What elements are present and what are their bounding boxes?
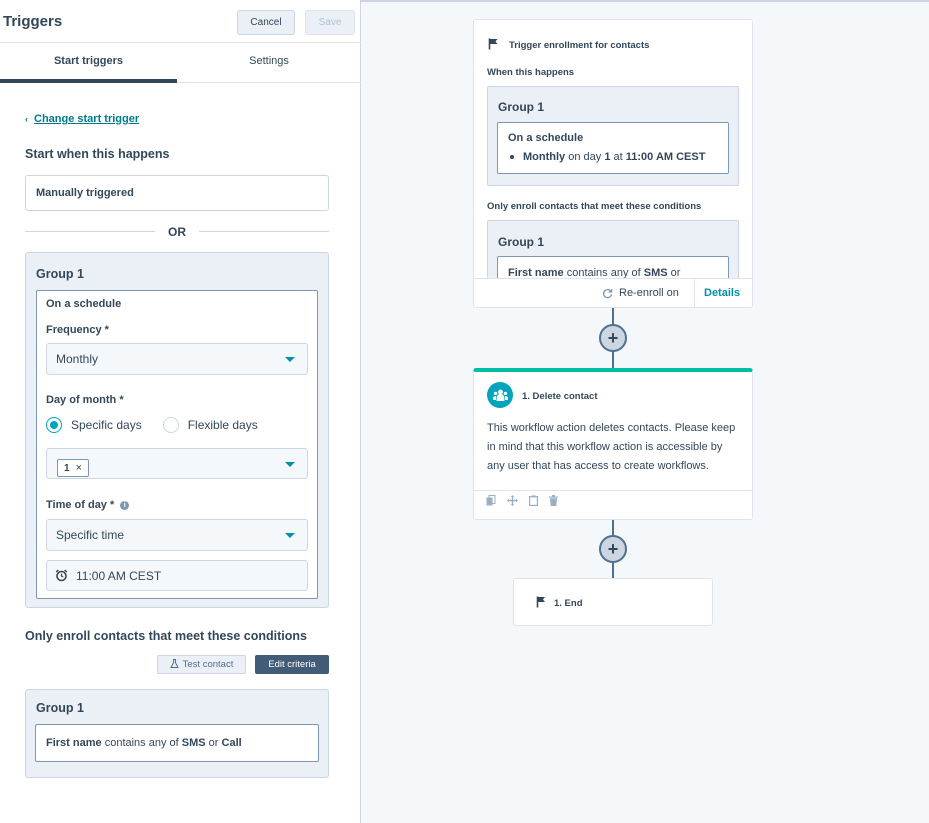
active-tab-indicator xyxy=(0,79,177,83)
trigger-group: Group 1 On a schedule Monthly on day 1 a… xyxy=(487,86,739,186)
caret-down-icon xyxy=(285,533,295,538)
refresh-icon xyxy=(602,288,613,299)
conditions-heading: Only enroll contacts that meet these con… xyxy=(25,629,307,643)
plus-icon: + xyxy=(607,327,619,348)
time-mode-select[interactable]: Specific time xyxy=(46,519,308,551)
when-label: When this happens xyxy=(487,67,575,78)
move-icon[interactable] xyxy=(507,495,518,509)
radio-flexible-days-label[interactable]: Flexible days xyxy=(188,418,258,432)
change-start-trigger-label: Change start trigger xyxy=(34,113,140,125)
contacts-icon xyxy=(487,382,513,408)
condition-joiner: or xyxy=(208,737,219,749)
footer-divider xyxy=(694,279,695,307)
cancel-button[interactable]: Cancel xyxy=(237,10,295,35)
conditions-summary-title: Group 1 xyxy=(498,235,545,249)
time-of-day-label: Time of day * i xyxy=(46,499,130,511)
add-action-button[interactable]: + xyxy=(599,324,627,352)
end-card[interactable]: 1. End xyxy=(513,578,713,626)
delete-contact-action-card[interactable]: 1. Delete contact This workflow action d… xyxy=(473,368,753,520)
copy-icon[interactable] xyxy=(486,495,496,509)
trigger-card[interactable]: Trigger enrollment for contacts When thi… xyxy=(473,19,753,308)
caret-down-icon xyxy=(285,357,295,362)
reenroll-status: Re-enroll on xyxy=(602,287,679,299)
flag-icon xyxy=(488,38,499,53)
conditions-group: Group 1 First name contains any of SMS o… xyxy=(25,689,329,778)
save-button[interactable]: Save xyxy=(305,10,355,35)
condition-field: First name xyxy=(46,737,102,749)
test-contact-label: Test contact xyxy=(182,659,234,670)
day-chip-value: 1 xyxy=(64,462,70,474)
close-icon[interactable]: × xyxy=(76,462,82,474)
time-input[interactable]: 11:00 AM CEST xyxy=(46,560,308,591)
flag-icon xyxy=(536,596,546,611)
day-multiselect[interactable]: 1 × xyxy=(46,448,308,479)
time-mode-value: Specific time xyxy=(56,528,125,542)
schedule-summary: On a schedule Monthly on day 1 at 11:00 … xyxy=(497,122,729,174)
day-mode-radios: Specific days Flexible days xyxy=(46,417,258,433)
action-title: 1. Delete contact xyxy=(522,391,598,402)
radio-specific-days-label[interactable]: Specific days xyxy=(71,418,142,432)
start-heading: Start when this happens xyxy=(25,147,170,161)
add-action-button[interactable]: + xyxy=(599,535,627,563)
condition-value-2: Call xyxy=(221,737,242,749)
summary-on-day: on day xyxy=(568,151,602,163)
or-label: OR xyxy=(168,225,186,239)
radio-flexible-days[interactable] xyxy=(162,417,179,433)
action-toolbar xyxy=(474,490,752,519)
radio-specific-days[interactable] xyxy=(46,417,62,433)
frequency-label: Frequency * xyxy=(46,324,109,336)
manual-trigger-option[interactable]: Manually triggered xyxy=(25,175,329,211)
trigger-card-footer: Re-enroll on Details xyxy=(474,278,752,307)
action-description: This workflow action deletes contacts. P… xyxy=(487,422,736,472)
clipboard-icon[interactable] xyxy=(529,495,539,509)
time-value: 11:00 AM CEST xyxy=(76,568,162,583)
summary-frequency: Monthly xyxy=(523,151,566,163)
frequency-select[interactable]: Monthly xyxy=(46,343,308,375)
schedule-summary-title: On a schedule xyxy=(508,132,584,144)
edit-criteria-button[interactable]: Edit criteria xyxy=(255,655,329,674)
test-contact-button[interactable]: Test contact xyxy=(157,655,246,674)
trash-icon[interactable] xyxy=(549,495,558,509)
or-divider-right xyxy=(199,231,329,232)
day-chip: 1 × xyxy=(57,459,89,477)
info-icon[interactable]: i xyxy=(120,501,130,510)
schedule-group: Group 1 On a schedule Frequency * Monthl… xyxy=(25,252,329,608)
end-card-title: 1. End xyxy=(554,598,583,609)
plus-icon: + xyxy=(607,538,619,559)
header-divider xyxy=(0,42,361,43)
summary-time: 11:00 AM CEST xyxy=(625,151,706,163)
end-card-header: 1. End xyxy=(536,596,583,611)
chevron-left-icon: ‹ xyxy=(25,114,28,124)
summary-day: 1 xyxy=(604,151,611,163)
condition-operator: contains any of xyxy=(104,737,179,749)
change-start-trigger-link[interactable]: ‹ Change start trigger xyxy=(25,113,139,125)
details-link[interactable]: Details xyxy=(704,287,740,299)
triggers-panel: Triggers Cancel Save Start triggers Sett… xyxy=(0,0,361,823)
schedule-filter-card: On a schedule Frequency * Monthly Day of… xyxy=(36,290,318,599)
summary-at: at xyxy=(613,151,623,163)
group-title: Group 1 xyxy=(36,267,84,281)
beaker-icon xyxy=(169,658,179,671)
workflow-canvas: Trigger enrollment for contacts When thi… xyxy=(361,0,929,823)
alarm-clock-icon xyxy=(55,569,68,582)
condition-filter[interactable]: First name contains any of SMS or Call xyxy=(35,724,319,762)
trigger-group-title: Group 1 xyxy=(498,100,545,114)
panel-title: Triggers xyxy=(3,13,63,30)
trigger-card-header: Trigger enrollment for contacts xyxy=(488,38,649,53)
trigger-card-title: Trigger enrollment for contacts xyxy=(509,40,650,51)
schedule-title: On a schedule xyxy=(46,298,122,310)
frequency-value: Monthly xyxy=(56,352,99,366)
tab-settings[interactable]: Settings xyxy=(177,55,361,67)
or-divider-left xyxy=(25,231,155,232)
reenroll-label: Re-enroll on xyxy=(619,287,679,299)
schedule-summary-detail: Monthly on day 1 at 11:00 AM CEST xyxy=(510,151,705,163)
conditions-label: Only enroll contacts that meet these con… xyxy=(487,201,702,212)
conditions-group-title: Group 1 xyxy=(36,701,84,715)
tab-start-triggers[interactable]: Start triggers xyxy=(0,55,177,67)
bullet-icon xyxy=(510,155,514,159)
condition-value-1: SMS xyxy=(181,737,206,749)
day-of-month-label: Day of month * xyxy=(46,394,124,406)
caret-down-icon xyxy=(285,462,295,467)
time-of-day-label-text: Time of day * xyxy=(46,499,115,511)
